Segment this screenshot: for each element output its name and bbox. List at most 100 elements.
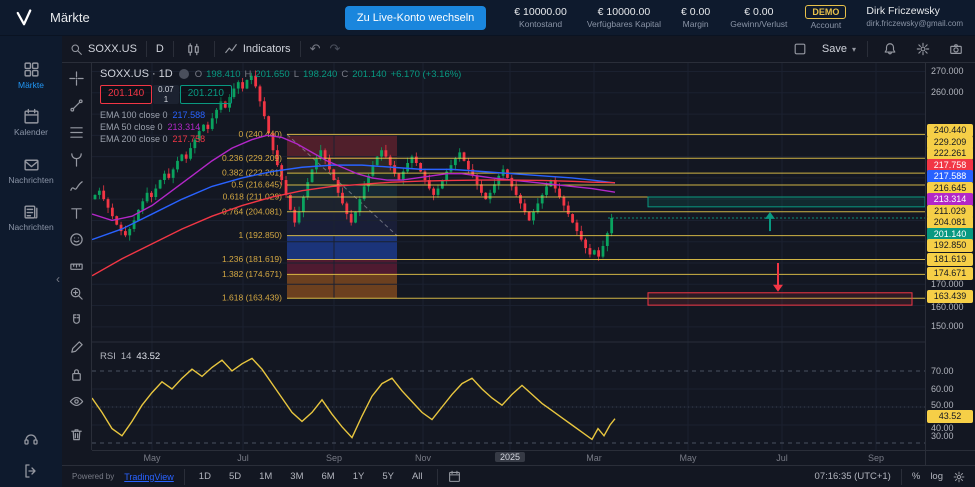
redo-icon[interactable]: ↷ xyxy=(329,41,340,57)
axis-settings-gear-icon[interactable] xyxy=(953,471,965,483)
range-1d-button[interactable]: 1D xyxy=(195,469,215,484)
spread-value: 0.07 xyxy=(158,85,174,95)
emoji-icon[interactable] xyxy=(66,230,88,251)
interval-selector[interactable]: D xyxy=(156,43,164,55)
clock-text: 07:16:35 (UTC+1) xyxy=(815,471,891,482)
price-axis-badge: 192.850 xyxy=(927,239,973,252)
stat-available-capital: € 10000.00 Verfügbares Kapital xyxy=(587,6,661,30)
range-1y-button[interactable]: 1Y xyxy=(349,469,369,484)
demo-badge-text: DEMO xyxy=(805,5,846,20)
symbol-search[interactable]: SOXX.US xyxy=(70,43,137,56)
quote-widget: 201.140 0.07 1 201.210 xyxy=(100,85,461,104)
price-axis-tick: 150.000 xyxy=(928,320,964,333)
toolbar-separator xyxy=(437,469,438,485)
undo-icon[interactable]: ↶ xyxy=(310,41,321,57)
price-axis[interactable]: 270.000260.000240.440229.209222.261217.7… xyxy=(925,63,975,450)
pitchfork-icon[interactable] xyxy=(66,149,88,170)
settings-gear-icon[interactable] xyxy=(912,39,934,60)
sidebar-item-news-feed[interactable]: Nachrichten xyxy=(0,194,62,241)
spread-qty[interactable]: 0.07 1 xyxy=(153,85,179,104)
chart-style-candles-icon[interactable] xyxy=(183,39,205,60)
price-axis-badge: 181.619 xyxy=(927,253,973,266)
app-sidebar: Märkte Kalender Nachrichten Nachrichten xyxy=(0,36,62,487)
time-axis-label: Jul xyxy=(237,453,249,463)
range-5y-button[interactable]: 5Y xyxy=(378,469,398,484)
sidebar-item-calendar[interactable]: Kalender xyxy=(0,99,62,146)
demo-badge-sub: Account xyxy=(811,20,842,30)
sidebar-item-news-mail[interactable]: Nachrichten xyxy=(0,147,62,194)
trend-line-icon[interactable] xyxy=(66,95,88,116)
range-1m-button[interactable]: 1M xyxy=(255,469,276,484)
sidebar-item-label: Nachrichten xyxy=(8,223,53,232)
ema-legend: EMA 100 close 0217.588EMA 50 close 0213.… xyxy=(100,110,461,144)
trash-icon[interactable] xyxy=(66,424,88,445)
indicators-button[interactable]: Indicators xyxy=(224,42,291,56)
text-tool-icon[interactable] xyxy=(66,203,88,224)
time-axis-label: Jul xyxy=(776,453,788,463)
change-value: +6.170 (+3.16%) xyxy=(391,69,462,80)
range-5d-button[interactable]: 5D xyxy=(225,469,245,484)
open-value: 198.410 xyxy=(206,69,240,80)
zoom-in-icon[interactable] xyxy=(66,283,88,304)
stat-available-value: € 10000.00 xyxy=(598,6,651,19)
log-scale-button[interactable]: log xyxy=(930,471,943,482)
sidebar-item-markets[interactable]: Märkte xyxy=(0,52,62,99)
svg-text:1.382 (174.671): 1.382 (174.671) xyxy=(222,269,282,279)
collapse-panel-chevron-icon[interactable]: ‹ xyxy=(56,272,60,286)
eye-icon[interactable] xyxy=(66,391,88,412)
stat-margin-label: Margin xyxy=(683,19,709,30)
stat-available-label: Verfügbares Kapital xyxy=(587,19,661,30)
logout-icon[interactable] xyxy=(23,463,39,479)
crosshair-icon[interactable] xyxy=(66,68,88,89)
fib-retracement-icon[interactable] xyxy=(66,122,88,143)
camera-snapshot-icon[interactable] xyxy=(945,39,967,60)
time-axis-label: Sep xyxy=(326,453,342,463)
axis-corner xyxy=(925,450,975,465)
brush-icon[interactable] xyxy=(66,176,88,197)
save-button[interactable]: Save ▾ xyxy=(822,43,856,55)
demo-account-badge: DEMO Account xyxy=(805,5,846,31)
price-axis-tick: 70.00 xyxy=(928,365,954,378)
sidebar-item-label: Nachrichten xyxy=(8,176,53,185)
user-name: Dirk Friczewsky xyxy=(866,5,940,19)
measure-icon[interactable] xyxy=(66,256,88,277)
user-menu[interactable]: Dirk Friczewsky dirk.friczewsky@gmail.co… xyxy=(866,5,963,29)
go-to-date-icon[interactable] xyxy=(448,470,461,483)
time-axis[interactable]: MayJulSepNov2025MarMayJulSep xyxy=(92,450,925,465)
symbol-search-value: SOXX.US xyxy=(88,43,137,55)
sidebar-item-label: Kalender xyxy=(14,128,48,137)
close-label: C xyxy=(341,69,348,80)
sell-button[interactable]: 201.140 xyxy=(100,85,152,104)
svg-text:1.618 (163.439): 1.618 (163.439) xyxy=(222,293,282,303)
chart-legend: SOXX.US · 1D O 198.410 H 201.650 L 198.2… xyxy=(100,68,461,144)
tradingview-link[interactable]: TradingView xyxy=(124,472,174,482)
buy-button[interactable]: 201.210 xyxy=(180,85,232,104)
save-label: Save xyxy=(822,43,847,55)
lock-icon[interactable] xyxy=(66,364,88,385)
alert-icon[interactable] xyxy=(879,39,901,60)
edit-pencil-icon[interactable] xyxy=(66,337,88,358)
svg-text:0.764 (204.081): 0.764 (204.081) xyxy=(222,206,282,216)
range-all-button[interactable]: All xyxy=(408,469,427,484)
legend-symbol-title: SOXX.US · 1D xyxy=(100,68,173,80)
price-axis-tick: 160.000 xyxy=(928,301,964,314)
stat-pnl: € 0.00 Gewinn/Verlust xyxy=(730,6,787,30)
range-6m-button[interactable]: 6M xyxy=(318,469,339,484)
sidebar-item-label: Märkte xyxy=(18,81,44,90)
price-axis-tick: 260.000 xyxy=(928,86,964,99)
toolbar-separator xyxy=(867,41,868,57)
support-icon[interactable] xyxy=(23,431,39,447)
indicators-label: Indicators xyxy=(243,43,291,55)
interval-value: D xyxy=(156,43,164,55)
stat-pnl-value: € 0.00 xyxy=(744,6,773,19)
switch-live-account-button[interactable]: Zu Live-Konto wechseln xyxy=(345,6,486,30)
markets-grid-icon xyxy=(23,61,40,78)
toolbar-separator xyxy=(300,41,301,57)
range-3m-button[interactable]: 3M xyxy=(286,469,307,484)
time-axis-label: May xyxy=(143,453,160,463)
rsi-title: RSI xyxy=(100,351,116,362)
layout-icon[interactable] xyxy=(789,39,811,60)
percent-scale-button[interactable]: % xyxy=(912,471,920,482)
magnet-icon[interactable] xyxy=(66,310,88,331)
chart-plot-area[interactable]: 0 (240.440)0.236 (229.209)0.382 (222.261… xyxy=(92,63,925,450)
